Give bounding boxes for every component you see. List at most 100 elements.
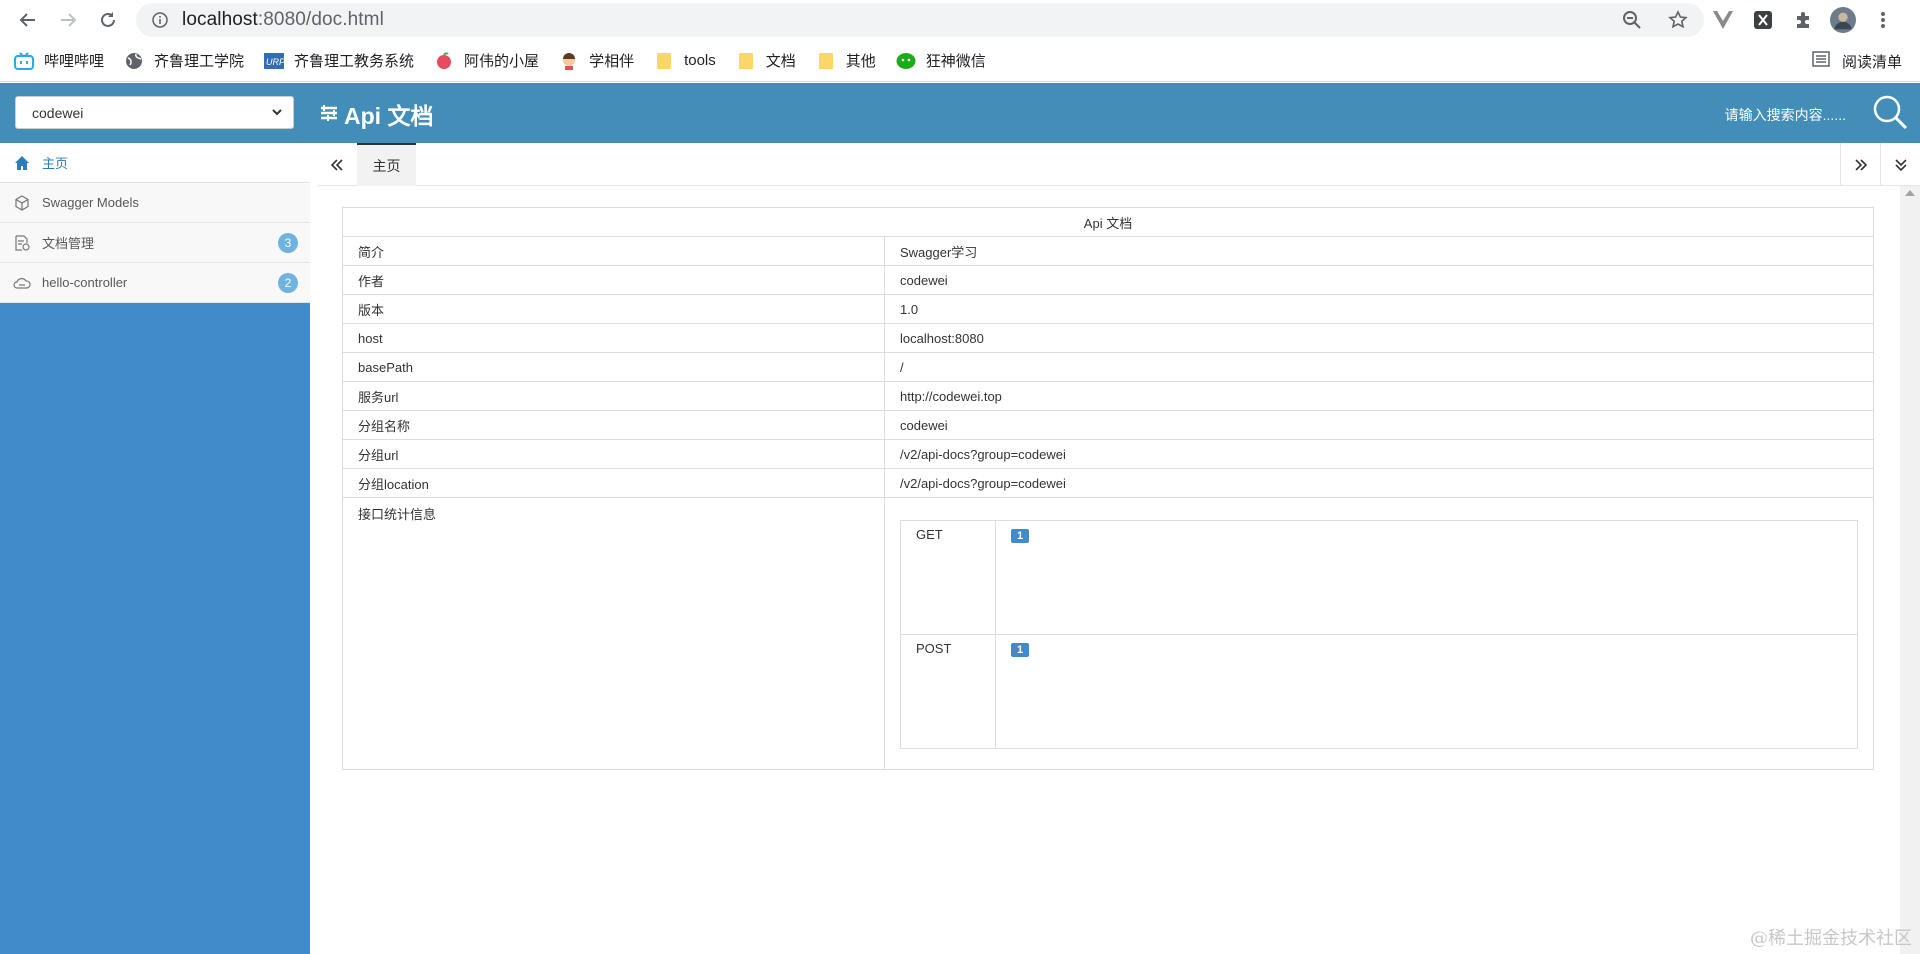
globe-icon [124, 51, 144, 71]
row-value: localhost:8080 [884, 323, 1874, 353]
row-value: codewei [884, 410, 1874, 440]
method-label: GET [900, 520, 996, 635]
folder-icon [816, 51, 836, 71]
table-row: 分组location/v2/api-docs?group=codewei [342, 468, 1874, 498]
browser-toolbar: localhost:8080/doc.html [0, 0, 1920, 40]
avatar-icon [559, 51, 579, 71]
sidebar-item-home[interactable]: 主页 [0, 143, 310, 183]
table-row: 分组名称 codewei [342, 410, 1874, 440]
bookmark-wechat[interactable]: 狂神微信 [896, 50, 986, 71]
row-key: 简介 [342, 236, 885, 266]
sidebar-item-hello-controller[interactable]: hello-controller 2 [0, 263, 310, 303]
table-row: 作者 codewei [342, 265, 1874, 295]
info-icon[interactable] [152, 12, 168, 28]
watermark: @稀土掘金技术社区 [1750, 928, 1912, 949]
back-icon[interactable] [8, 0, 48, 40]
bookmarks-bar: 哔哩哔哩 齐鲁理工学院 URP 齐鲁理工教务系统 阿伟的小屋 学相伴 tools… [0, 40, 1920, 82]
row-key: 分组名称 [342, 410, 885, 440]
tab-home[interactable]: 主页 [357, 143, 416, 186]
row-key: 作者 [342, 265, 885, 295]
count-badge: 1 [1011, 643, 1030, 657]
table-title: Api 文档 [342, 207, 1874, 237]
main-content: Api 文档 简介 Swagger学习 作者 codewei 版本 1.0 host l… [317, 186, 1900, 954]
table-row: GET 1 [900, 520, 1858, 635]
tab-bar: 主页 [317, 143, 1920, 186]
address-bar[interactable]: localhost:8080/doc.html [136, 3, 1704, 37]
chevron-down-icon [269, 104, 285, 123]
bookmark-urp[interactable]: URP 齐鲁理工教务系统 [264, 50, 414, 71]
scrollbar[interactable] [1900, 186, 1920, 954]
row-value: codewei [884, 265, 1874, 295]
excel-extension-icon[interactable] [1750, 7, 1776, 33]
method-stats-table: GET 1 POST 1 [900, 520, 1858, 749]
table-row: 版本 1.0 [342, 294, 1874, 324]
row-key: basePath [342, 352, 885, 382]
table-row: 服务url http://codewei.top [342, 381, 1874, 411]
bookmark-awei[interactable]: 阿伟的小屋 [434, 50, 539, 71]
row-key: 分组url [342, 439, 885, 469]
reading-list-icon [1812, 51, 1830, 71]
folder-icon [654, 51, 674, 71]
bookmark-xuexiangban[interactable]: 学相伴 [559, 50, 634, 71]
scroll-up-icon[interactable] [1905, 190, 1915, 196]
row-value: / [884, 352, 1874, 382]
reading-list-button[interactable]: 阅读清单 [1812, 40, 1902, 82]
peach-icon [434, 51, 454, 71]
table-row: host localhost:8080 [342, 323, 1874, 353]
sidebar: 主页 Swagger Models 文档管理 3 hello-controlle… [0, 143, 310, 954]
vue-devtools-icon[interactable] [1710, 7, 1736, 33]
row-key: 分组location [342, 468, 885, 498]
search-icon[interactable] [1872, 94, 1908, 135]
tabs-scroll-left-icon[interactable] [317, 143, 357, 186]
row-key: host [342, 323, 885, 353]
urp-icon: URP [264, 51, 285, 71]
row-key: 接口统计信息 [342, 497, 885, 770]
svg-text:URP: URP [266, 57, 284, 67]
row-value: http://codewei.top [884, 381, 1874, 411]
method-count-cell: 1 [995, 520, 1858, 635]
method-label: POST [900, 634, 996, 749]
row-value: /v2/api-docs?group=codewei [884, 439, 1874, 469]
count-badge: 3 [278, 233, 298, 253]
stats-cell: GET 1 POST 1 [884, 497, 1874, 770]
table-row: 简介 Swagger学习 [342, 236, 1874, 266]
bookmark-bilibili[interactable]: 哔哩哔哩 [14, 50, 104, 71]
menu-toggle-icon[interactable] [320, 101, 338, 128]
bookmark-star-icon[interactable] [1668, 10, 1688, 30]
zoom-icon[interactable] [1622, 10, 1642, 30]
group-select[interactable]: codewei [15, 96, 294, 129]
bilibili-icon [14, 51, 34, 71]
stats-row: 接口统计信息 GET 1 POST 1 [342, 497, 1874, 770]
row-value: 1.0 [884, 294, 1874, 324]
bookmark-folder-tools[interactable]: tools [654, 51, 716, 71]
folder-icon [736, 51, 756, 71]
sidebar-item-doc-manage[interactable]: 文档管理 3 [0, 223, 310, 263]
bookmark-qlit[interactable]: 齐鲁理工学院 [124, 50, 244, 71]
sidebar-item-swagger-models[interactable]: Swagger Models [0, 183, 310, 223]
table-row: basePath / [342, 352, 1874, 382]
forward-icon[interactable] [48, 0, 88, 40]
home-icon [12, 153, 32, 173]
bookmark-folder-other[interactable]: 其他 [816, 50, 876, 71]
table-row: POST 1 [900, 634, 1858, 749]
profile-avatar-icon[interactable] [1830, 7, 1856, 33]
doc-manage-icon [12, 233, 32, 253]
table-row: 分组url/v2/api-docs?group=codewei [342, 439, 1874, 469]
url-text: localhost:8080/doc.html [182, 9, 384, 30]
row-key: 版本 [342, 294, 885, 324]
count-badge: 1 [1011, 529, 1030, 543]
api-info-table: Api 文档 简介 Swagger学习 作者 codewei 版本 1.0 host l… [342, 207, 1874, 770]
tabs-more-icon[interactable] [1880, 143, 1920, 186]
models-icon [12, 193, 32, 213]
tabs-scroll-right-icon[interactable] [1840, 143, 1880, 186]
reload-icon[interactable] [88, 0, 128, 40]
search-input[interactable]: 请输入搜索内容...... [1725, 105, 1846, 125]
browser-menu-icon[interactable] [1870, 7, 1896, 33]
extensions-puzzle-icon[interactable] [1790, 7, 1816, 33]
row-value: Swagger学习 [884, 236, 1874, 266]
row-key: 服务url [342, 381, 885, 411]
page-title: Api 文档 [320, 97, 433, 131]
count-badge: 2 [278, 273, 298, 293]
bookmark-folder-docs[interactable]: 文档 [736, 50, 796, 71]
wechat-icon [896, 51, 916, 71]
